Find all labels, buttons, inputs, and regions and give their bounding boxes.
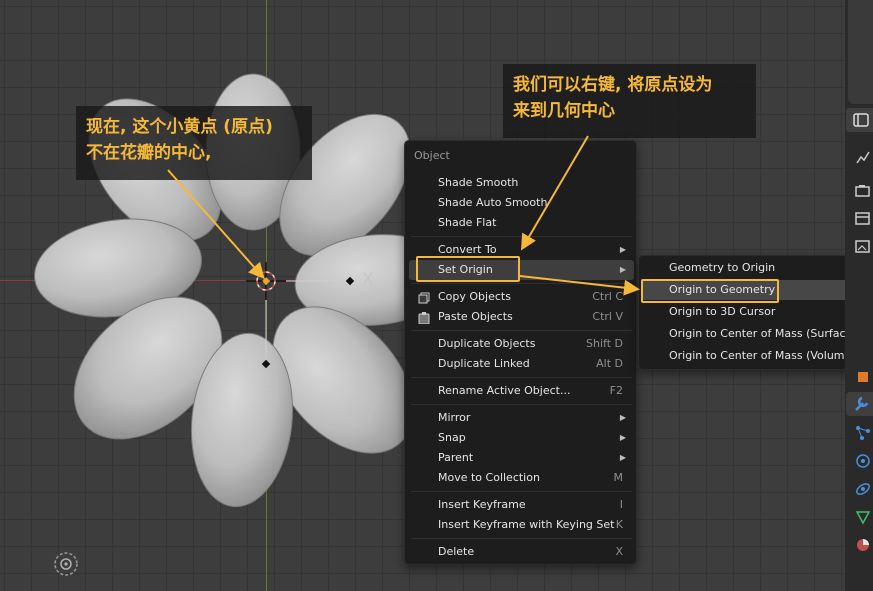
physics-icon[interactable] <box>851 450 870 468</box>
paste-icon <box>418 311 430 325</box>
menu-item-label: Shade Smooth <box>438 176 519 189</box>
particles-icon[interactable] <box>851 422 870 440</box>
menu-item-label: Convert To <box>438 243 497 256</box>
modifier-wrench-icon[interactable] <box>846 392 873 416</box>
menu-separator <box>411 491 632 492</box>
menu-item-parent[interactable]: Parent ▶ <box>409 448 634 468</box>
submenu-arrow-icon: ▶ <box>619 433 626 442</box>
menu-item-label: Insert Keyframe <box>438 498 526 511</box>
context-menu-title: Object <box>414 149 450 162</box>
submenu-item-label: Geometry to Origin <box>669 261 776 274</box>
menu-item-move-to-collection[interactable]: Move to Collection M <box>409 468 634 488</box>
sidebar-top-panel <box>848 0 873 104</box>
submenu-item-geometry-to-origin[interactable]: Geometry to Origin <box>642 258 873 278</box>
menu-item-label: Shade Auto Smooth <box>438 196 548 209</box>
menu-item-shade-flat[interactable]: Shade Flat <box>409 213 634 233</box>
menu-item-copy-objects[interactable]: Copy Objects Ctrl C <box>409 287 634 307</box>
menu-item-shortcut: I <box>619 498 623 511</box>
menu-item-shortcut: M <box>613 471 624 484</box>
constraints-icon[interactable] <box>851 478 870 496</box>
submenu-arrow-icon: ▶ <box>619 413 626 422</box>
menu-item-rename-active-object[interactable]: Rename Active Object... F2 <box>409 381 634 401</box>
submenu-arrow-icon: ▶ <box>619 245 626 254</box>
set-origin-submenu: Geometry to Origin Origin to Geometry Or… <box>638 255 873 370</box>
menu-separator <box>411 330 632 331</box>
submenu-item-origin-to-geometry[interactable]: Origin to Geometry <box>642 280 873 300</box>
menu-item-label: Rename Active Object... <box>438 384 571 397</box>
menu-item-insert-keyframe[interactable]: Insert Keyframe I <box>409 495 634 515</box>
submenu-item-label: Origin to Center of Mass (Volume) <box>669 349 856 362</box>
menu-item-mirror[interactable]: Mirror ▶ <box>409 408 634 428</box>
menu-item-label: Mirror <box>438 411 471 424</box>
data-icon[interactable] <box>851 506 871 525</box>
submenu-item-origin-to-3d-cursor[interactable]: Origin to 3D Cursor <box>642 302 873 322</box>
menu-item-shortcut: Shift D <box>586 337 623 350</box>
menu-item-convert-to[interactable]: Convert To ▶ <box>409 240 634 260</box>
menu-item-shade-auto-smooth[interactable]: Shade Auto Smooth <box>409 193 634 213</box>
menu-item-label: Snap <box>438 431 466 444</box>
menu-item-insert-keyframe-keying-set[interactable]: Insert Keyframe with Keying Set K <box>409 515 634 535</box>
menu-item-shortcut: K <box>615 518 623 531</box>
tool-icon[interactable] <box>846 108 873 132</box>
menu-item-shortcut: Alt D <box>596 357 623 370</box>
menu-item-duplicate-linked[interactable]: Duplicate Linked Alt D <box>409 354 634 374</box>
menu-item-label: Move to Collection <box>438 471 540 484</box>
menu-separator <box>411 404 632 405</box>
material-icon[interactable] <box>851 534 869 552</box>
submenu-item-label: Origin to Center of Mass (Surface) <box>669 327 857 340</box>
menu-item-delete[interactable]: Delete X <box>409 542 634 562</box>
render-icon[interactable] <box>851 146 870 164</box>
x-axis-label: X <box>362 270 374 290</box>
submenu-arrow-icon: ▶ <box>619 453 626 462</box>
snap-icon[interactable] <box>52 550 80 578</box>
submenu-item-label: Origin to Geometry <box>669 283 776 296</box>
menu-item-set-origin[interactable]: Set Origin ▶ <box>409 260 634 280</box>
menu-separator <box>411 377 632 378</box>
menu-separator <box>411 538 632 539</box>
menu-item-label: Duplicate Objects <box>438 337 536 350</box>
z-axis-label: Z <box>259 375 271 395</box>
menu-item-label: Paste Objects <box>438 310 513 323</box>
submenu-item-origin-to-center-of-mass-volume[interactable]: Origin to Center of Mass (Volume) <box>642 346 873 366</box>
menu-item-label: Parent <box>438 451 474 464</box>
menu-item-label: Set Origin <box>438 263 493 276</box>
menu-item-label: Copy Objects <box>438 290 511 303</box>
menu-item-snap[interactable]: Snap ▶ <box>409 428 634 448</box>
annotation-right: 我们可以右键, 将原点设为 来到几何中心 <box>503 64 756 138</box>
output-icon[interactable] <box>851 180 870 198</box>
scene-icon[interactable] <box>851 236 870 254</box>
submenu-item-origin-to-center-of-mass-surface[interactable]: Origin to Center of Mass (Surface) <box>642 324 873 344</box>
object-context-menu: Object Shade Smooth Shade Auto Smooth Sh… <box>404 140 637 565</box>
menu-item-shade-smooth[interactable]: Shade Smooth <box>409 173 634 193</box>
object-icon[interactable] <box>851 366 869 384</box>
menu-separator <box>411 236 632 237</box>
menu-separator <box>411 283 632 284</box>
menu-item-paste-objects[interactable]: Paste Objects Ctrl V <box>409 307 634 327</box>
menu-item-label: Shade Flat <box>438 216 497 229</box>
view-layer-icon[interactable] <box>851 208 870 226</box>
submenu-arrow-icon: ▶ <box>619 265 626 274</box>
menu-item-label: Duplicate Linked <box>438 357 530 370</box>
annotation-left: 现在, 这个小黄点 (原点) 不在花瓣的中心, <box>76 106 312 180</box>
menu-item-duplicate-objects[interactable]: Duplicate Objects Shift D <box>409 334 634 354</box>
menu-item-shortcut: Ctrl V <box>592 310 623 323</box>
menu-item-shortcut: F2 <box>609 384 623 397</box>
menu-item-shortcut: Ctrl C <box>592 290 623 303</box>
menu-item-shortcut: X <box>615 545 623 558</box>
submenu-item-label: Origin to 3D Cursor <box>669 305 776 318</box>
copy-icon <box>418 291 430 304</box>
menu-item-label: Delete <box>438 545 475 558</box>
menu-item-label: Insert Keyframe with Keying Set <box>438 518 615 531</box>
